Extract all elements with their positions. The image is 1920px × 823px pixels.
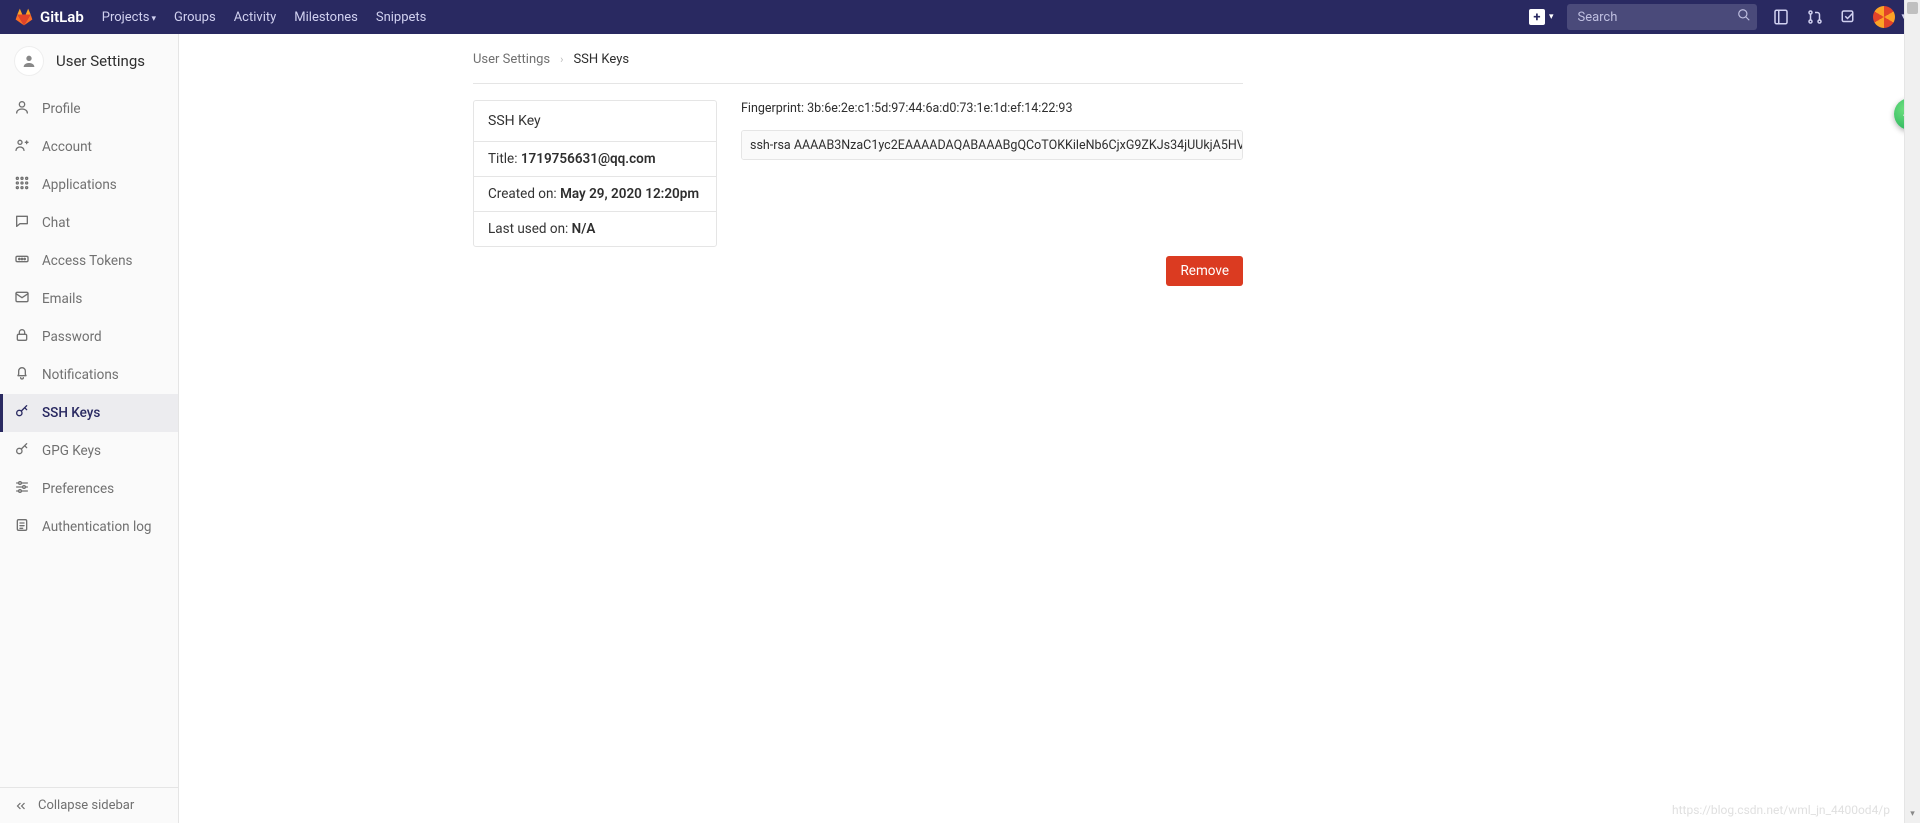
nav-projects[interactable]: Projects▾ xyxy=(102,10,156,25)
sidebar-list: Profile Account Applications Chat Access Tok… xyxy=(0,90,178,787)
sidebar-header[interactable]: User Settings xyxy=(0,34,178,90)
remove-button[interactable]: Remove xyxy=(1166,256,1243,286)
sidebar: User Settings Profile Account Applications… xyxy=(0,34,179,823)
ssh-key-card: SSH Key Title: 1719756631@qq.com Created… xyxy=(473,100,717,247)
sidebar-item-applications[interactable]: Applications xyxy=(0,166,178,204)
sidebar-item-password[interactable]: Password xyxy=(0,318,178,356)
search-icon[interactable] xyxy=(1737,8,1751,26)
main-content: User Settings › SSH Keys SSH Key Title: … xyxy=(179,34,1920,823)
brand-logo[interactable]: GitLab xyxy=(14,7,84,27)
collapse-sidebar-label: Collapse sidebar xyxy=(38,798,134,813)
chevron-right-icon: › xyxy=(560,53,563,66)
sidebar-item-label: Access Tokens xyxy=(42,253,133,269)
breadcrumb: User Settings › SSH Keys xyxy=(473,34,1243,83)
ssh-key-box[interactable]: ssh-rsa AAAAB3NzaC1yc2EAAAADAQABAAABgQCo… xyxy=(741,130,1243,160)
action-row: Remove xyxy=(741,256,1243,286)
prefs-icon xyxy=(14,479,30,499)
log-icon xyxy=(14,517,30,537)
sidebar-item-label: SSH Keys xyxy=(42,405,100,421)
sidebar-item-authentication-log[interactable]: Authentication log xyxy=(0,508,178,546)
lastused-label: Last used on: xyxy=(488,221,572,237)
chevron-double-left-icon xyxy=(14,799,28,813)
sidebar-item-label: Applications xyxy=(42,177,117,193)
chat-icon xyxy=(14,213,30,233)
top-right-tools: + ▾ ▾ xyxy=(1529,4,1906,30)
nav-projects-label: Projects xyxy=(102,10,150,25)
brand-name: GitLab xyxy=(40,8,84,26)
sidebar-item-notifications[interactable]: Notifications xyxy=(0,356,178,394)
gitlab-logo-icon xyxy=(14,7,34,27)
lastused-value: N/A xyxy=(572,221,596,237)
card-header: SSH Key xyxy=(474,101,716,142)
merge-requests-icon[interactable] xyxy=(1805,7,1825,27)
sidebar-item-label: Preferences xyxy=(42,481,114,497)
sidebar-title: User Settings xyxy=(56,52,145,70)
sidebar-item-preferences[interactable]: Preferences xyxy=(0,470,178,508)
chevron-down-icon: ▾ xyxy=(151,14,156,24)
top-nav: Projects▾ Groups Activity Milestones Sni… xyxy=(102,10,427,25)
chevron-down-icon: ▾ xyxy=(1910,809,1915,819)
key-icon xyxy=(14,441,30,461)
bell-icon xyxy=(14,365,30,385)
card-row-created: Created on: May 29, 2020 12:20pm xyxy=(474,177,716,212)
fingerprint-line: Fingerprint: 3b:6e:2e:c1:5d:97:44:6a:d0:… xyxy=(741,100,1243,116)
collapse-sidebar[interactable]: Collapse sidebar xyxy=(0,787,178,823)
sidebar-item-account[interactable]: Account xyxy=(0,128,178,166)
sidebar-item-access-tokens[interactable]: Access Tokens xyxy=(0,242,178,280)
sidebar-item-label: Account xyxy=(42,139,92,155)
top-bar: GitLab Projects▾ Groups Activity Milesto… xyxy=(0,0,1920,34)
search-wrap xyxy=(1567,4,1757,30)
scrollbar-thumb[interactable] xyxy=(1907,2,1918,14)
sidebar-item-ssh-keys[interactable]: SSH Keys xyxy=(0,394,178,432)
lock-icon xyxy=(14,327,30,347)
card-row-title: Title: 1719756631@qq.com xyxy=(474,142,716,177)
sidebar-item-label: Profile xyxy=(42,101,81,117)
user-menu[interactable]: ▾ xyxy=(1873,6,1906,28)
fingerprint-label: Fingerprint: xyxy=(741,101,807,116)
sidebar-item-profile[interactable]: Profile xyxy=(0,90,178,128)
ssh-key-detail: Fingerprint: 3b:6e:2e:c1:5d:97:44:6a:d0:… xyxy=(741,100,1243,286)
created-value: May 29, 2020 12:20pm xyxy=(560,186,699,202)
sidebar-item-label: GPG Keys xyxy=(42,443,101,459)
todos-icon[interactable] xyxy=(1839,7,1859,27)
account-icon xyxy=(14,137,30,157)
sidebar-item-label: Password xyxy=(42,329,102,345)
issues-icon[interactable] xyxy=(1771,7,1791,27)
divider xyxy=(473,83,1243,84)
sidebar-item-label: Emails xyxy=(42,291,82,307)
nav-milestones[interactable]: Milestones xyxy=(294,10,358,25)
chevron-down-icon: ▾ xyxy=(1549,12,1554,22)
title-value: 1719756631@qq.com xyxy=(521,151,656,167)
sidebar-item-emails[interactable]: Emails xyxy=(0,280,178,318)
breadcrumb-root[interactable]: User Settings xyxy=(473,52,550,67)
card-row-lastused: Last used on: N/A xyxy=(474,212,716,246)
email-icon xyxy=(14,289,30,309)
sidebar-item-label: Notifications xyxy=(42,367,119,383)
new-menu-button[interactable]: + ▾ xyxy=(1529,9,1554,25)
sidebar-item-chat[interactable]: Chat xyxy=(0,204,178,242)
nav-groups[interactable]: Groups xyxy=(174,10,216,25)
nav-snippets[interactable]: Snippets xyxy=(376,10,427,25)
search-input[interactable] xyxy=(1567,4,1757,30)
vertical-scrollbar[interactable]: ▾ xyxy=(1904,0,1920,823)
avatar xyxy=(1873,6,1895,28)
profile-icon xyxy=(14,99,30,119)
created-label: Created on: xyxy=(488,186,560,202)
breadcrumb-current: SSH Keys xyxy=(573,52,629,67)
sidebar-item-label: Chat xyxy=(42,215,70,231)
title-label: Title: xyxy=(488,151,521,167)
token-icon xyxy=(14,251,30,271)
ssh-key-text: ssh-rsa AAAAB3NzaC1yc2EAAAADAQABAAABgQCo… xyxy=(750,138,1243,159)
fingerprint-value: 3b:6e:2e:c1:5d:97:44:6a:d0:73:1e:1d:ef:1… xyxy=(807,101,1072,116)
plus-icon: + xyxy=(1529,9,1545,25)
apps-icon xyxy=(14,175,30,195)
user-avatar-small xyxy=(14,46,44,76)
key-icon xyxy=(14,403,30,423)
sidebar-item-gpg-keys[interactable]: GPG Keys xyxy=(0,432,178,470)
sidebar-item-label: Authentication log xyxy=(42,519,152,535)
nav-activity[interactable]: Activity xyxy=(234,10,277,25)
